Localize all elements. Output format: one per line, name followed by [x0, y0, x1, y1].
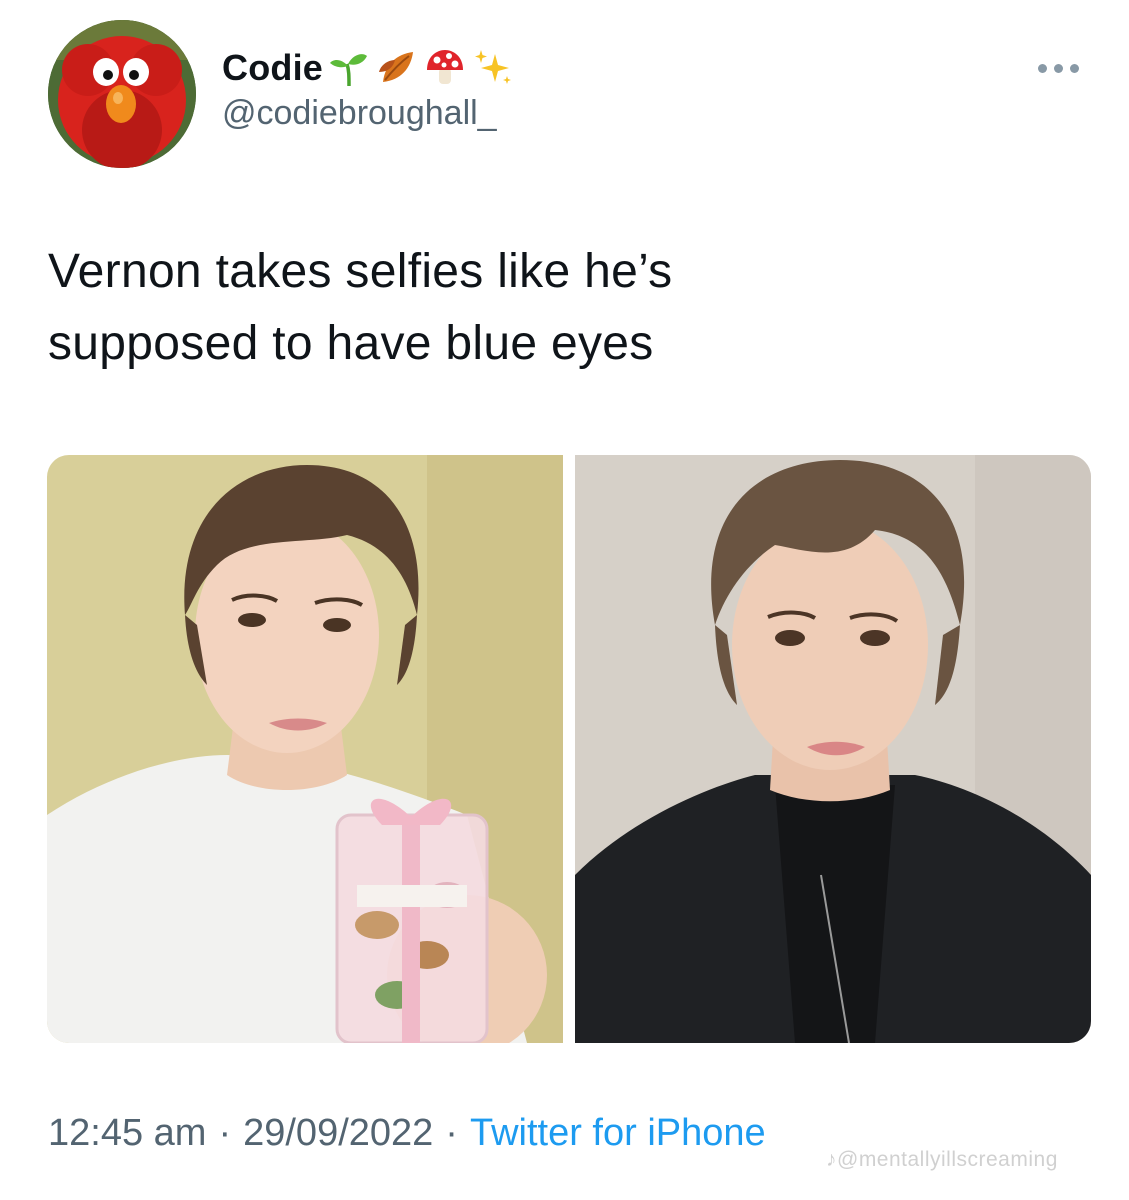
seedling-icon — [327, 46, 371, 90]
tweet-card: Codie @codiebroughall_ Vernon takes self… — [0, 0, 1129, 1200]
tweet-text: Vernon takes selfies like he’s supposed … — [48, 236, 1078, 380]
watermark: ♪@mentallyillscreaming — [826, 1148, 1058, 1171]
author-display-name[interactable]: Codie — [222, 47, 323, 89]
author-handle[interactable]: @codiebroughall_ — [222, 94, 497, 133]
mushroom-icon — [423, 46, 467, 90]
tweet-source-link[interactable]: Twitter for iPhone — [470, 1112, 766, 1155]
media-grid — [47, 455, 1091, 1043]
tweet-meta: 12:45 am · 29/09/2022 · Twitter for iPho… — [48, 1112, 766, 1155]
media-photo-1[interactable] — [47, 455, 563, 1043]
tweet-text-line: Vernon takes selfies like he’s — [48, 245, 673, 298]
author-avatar[interactable] — [48, 20, 196, 168]
more-dot-icon — [1037, 63, 1047, 73]
media-photo-2[interactable] — [575, 455, 1091, 1043]
meta-separator: · — [218, 1112, 232, 1154]
fallen-leaf-icon — [375, 46, 419, 90]
elmo-avatar-image — [48, 20, 196, 168]
more-dot-icon — [1069, 63, 1079, 73]
meta-separator: · — [445, 1112, 458, 1154]
more-dot-icon — [1053, 63, 1063, 73]
tweet-date[interactable]: 29/09/2022 — [243, 1112, 433, 1155]
sparkles-icon — [471, 46, 515, 90]
more-options-button[interactable] — [1026, 50, 1090, 86]
tweet-text-line: supposed to have blue eyes — [48, 317, 654, 370]
tweet-time[interactable]: 12:45 am — [48, 1112, 206, 1155]
selfie-photo-image — [575, 455, 1091, 1043]
selfie-photo-image — [47, 455, 563, 1043]
author-name-row: Codie — [222, 42, 515, 94]
